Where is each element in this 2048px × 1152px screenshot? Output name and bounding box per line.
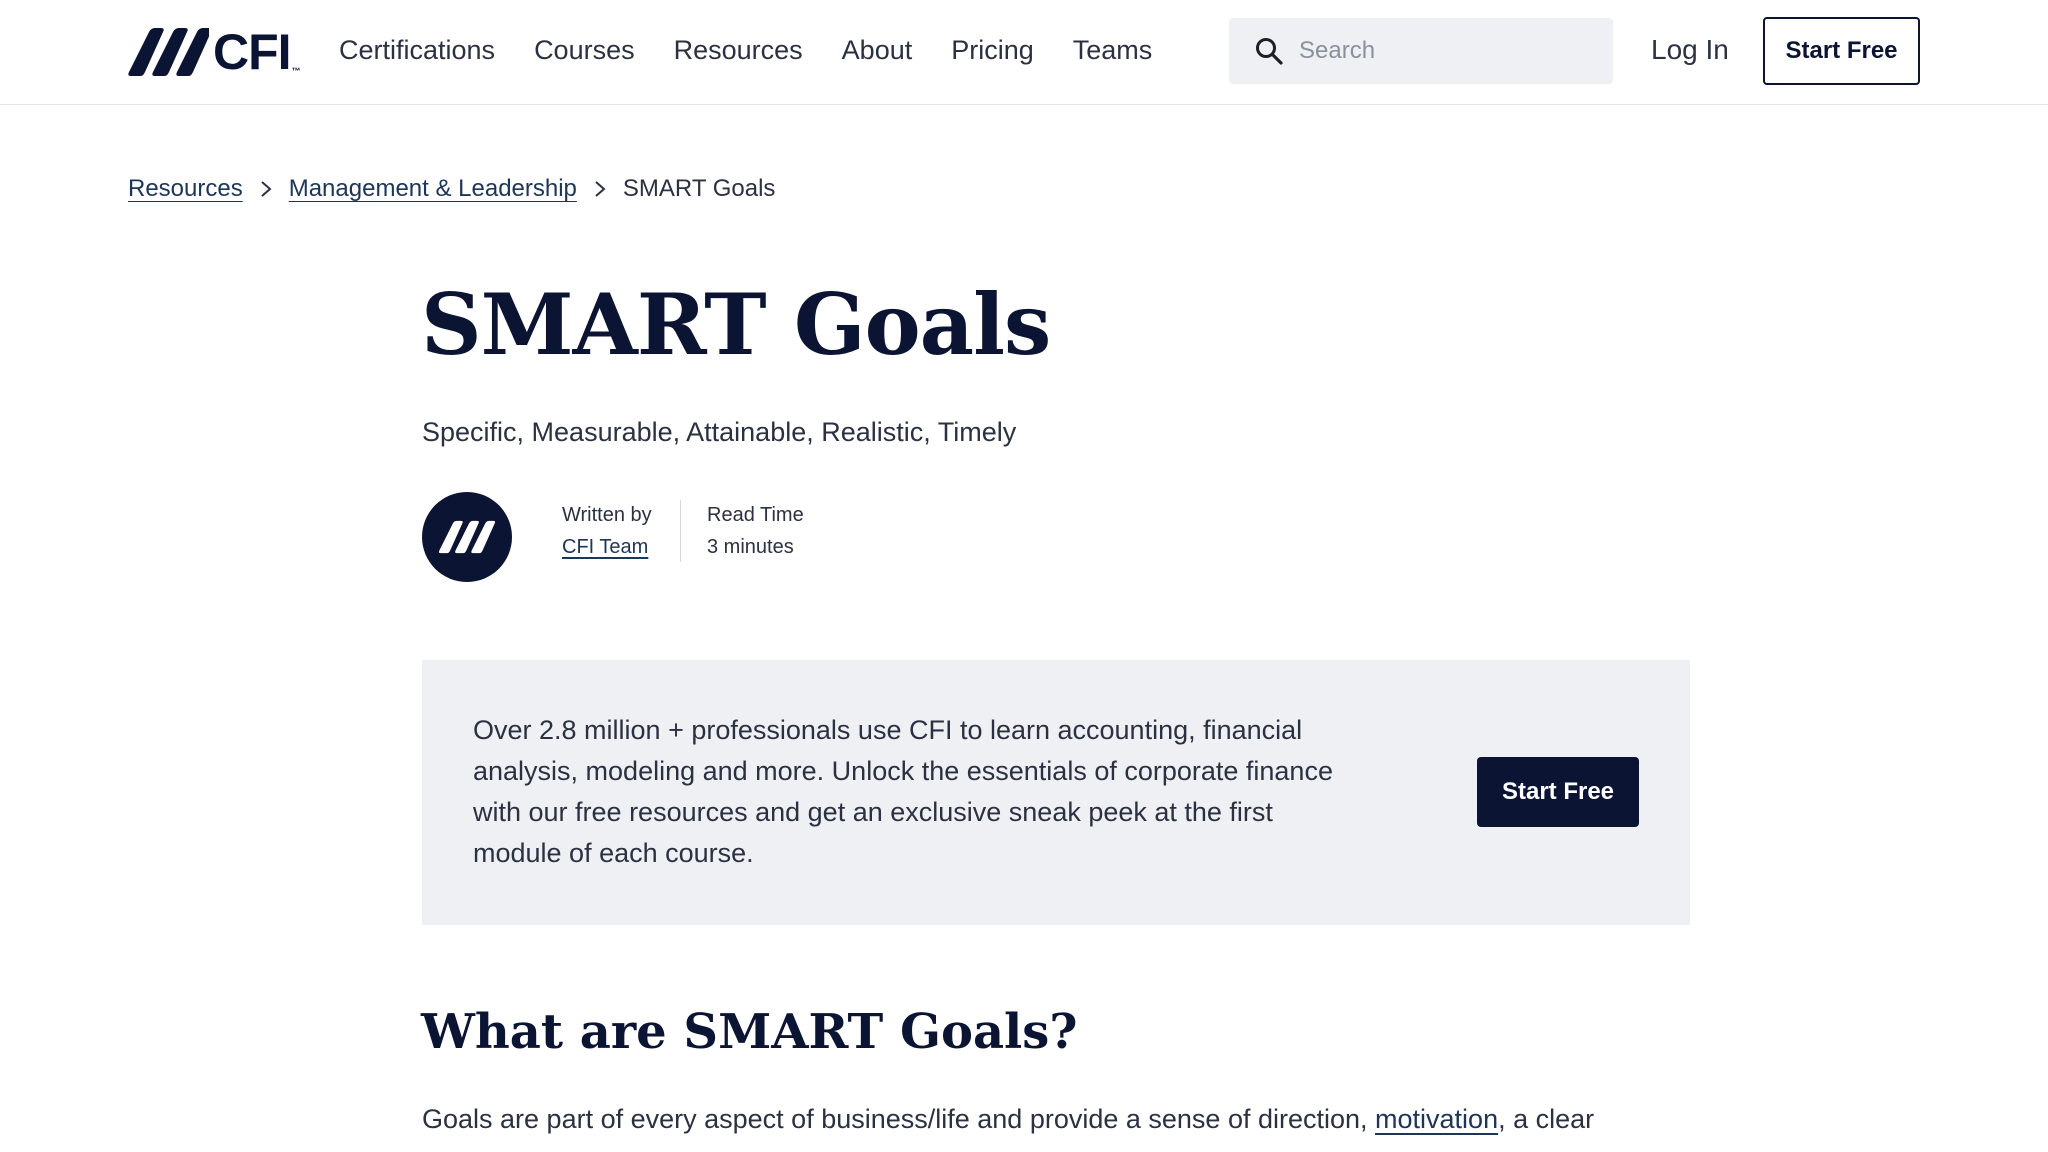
meta-divider: [680, 500, 681, 562]
chevron-right-icon: [593, 179, 607, 199]
cfi-logo[interactable]: CFI ™: [127, 26, 305, 78]
start-free-button-header[interactable]: Start Free: [1763, 17, 1920, 85]
nav-teams[interactable]: Teams: [1073, 30, 1153, 70]
body-text-end: , a clear: [1498, 1104, 1595, 1134]
read-time-label: Read Time: [707, 504, 804, 526]
read-time-value: 3 minutes: [707, 536, 794, 558]
main-nav: Certifications Courses Resources About P…: [339, 30, 1191, 70]
breadcrumb-current: SMART Goals: [622, 175, 776, 202]
nav-about[interactable]: About: [842, 30, 913, 70]
section-heading: What are SMART Goals?: [421, 1004, 1078, 1060]
body-text-start: Goals are part of every aspect of busine…: [422, 1104, 1376, 1134]
search-input[interactable]: [1299, 37, 1599, 65]
nav-resources[interactable]: Resources: [674, 30, 803, 70]
breadcrumb-management-leadership[interactable]: Management & Leadership: [289, 172, 577, 206]
nav-certifications[interactable]: Certifications: [339, 30, 495, 70]
start-free-button-promo[interactable]: Start Free: [1477, 757, 1639, 827]
promo-banner: Over 2.8 million + professionals use CFI…: [422, 660, 1690, 925]
breadcrumb-resources[interactable]: Resources: [128, 172, 243, 206]
page-subtitle: Specific, Measurable, Attainable, Realis…: [422, 417, 1017, 447]
cfi-stripes-icon: [438, 520, 496, 554]
avatar: [422, 492, 512, 582]
search-box[interactable]: [1229, 18, 1613, 84]
cfi-stripes-icon: [128, 28, 209, 76]
promo-text: Over 2.8 million + professionals use CFI…: [473, 715, 1333, 868]
login-link[interactable]: Log In: [1651, 30, 1729, 70]
written-by-label: Written by: [562, 504, 652, 526]
page-title: SMART Goals: [421, 275, 1051, 374]
site-header: CFI ™ Certifications Courses Resources A…: [0, 0, 2048, 105]
logo-trademark: ™: [291, 66, 301, 76]
nav-courses[interactable]: Courses: [534, 30, 635, 70]
author-meta: Written by CFI Team: [562, 500, 652, 562]
motivation-link[interactable]: motivation: [1375, 1104, 1498, 1134]
nav-pricing[interactable]: Pricing: [951, 30, 1034, 70]
body-paragraph: Goals are part of every aspect of busine…: [422, 1098, 1692, 1140]
chevron-right-icon: [259, 179, 273, 199]
search-icon[interactable]: [1253, 35, 1285, 67]
logo-text: CFI: [213, 24, 292, 80]
breadcrumb: Resources Management & Leadership SMART …: [128, 172, 775, 206]
read-time-meta: Read Time 3 minutes: [707, 500, 804, 562]
author-link[interactable]: CFI Team: [562, 532, 652, 562]
